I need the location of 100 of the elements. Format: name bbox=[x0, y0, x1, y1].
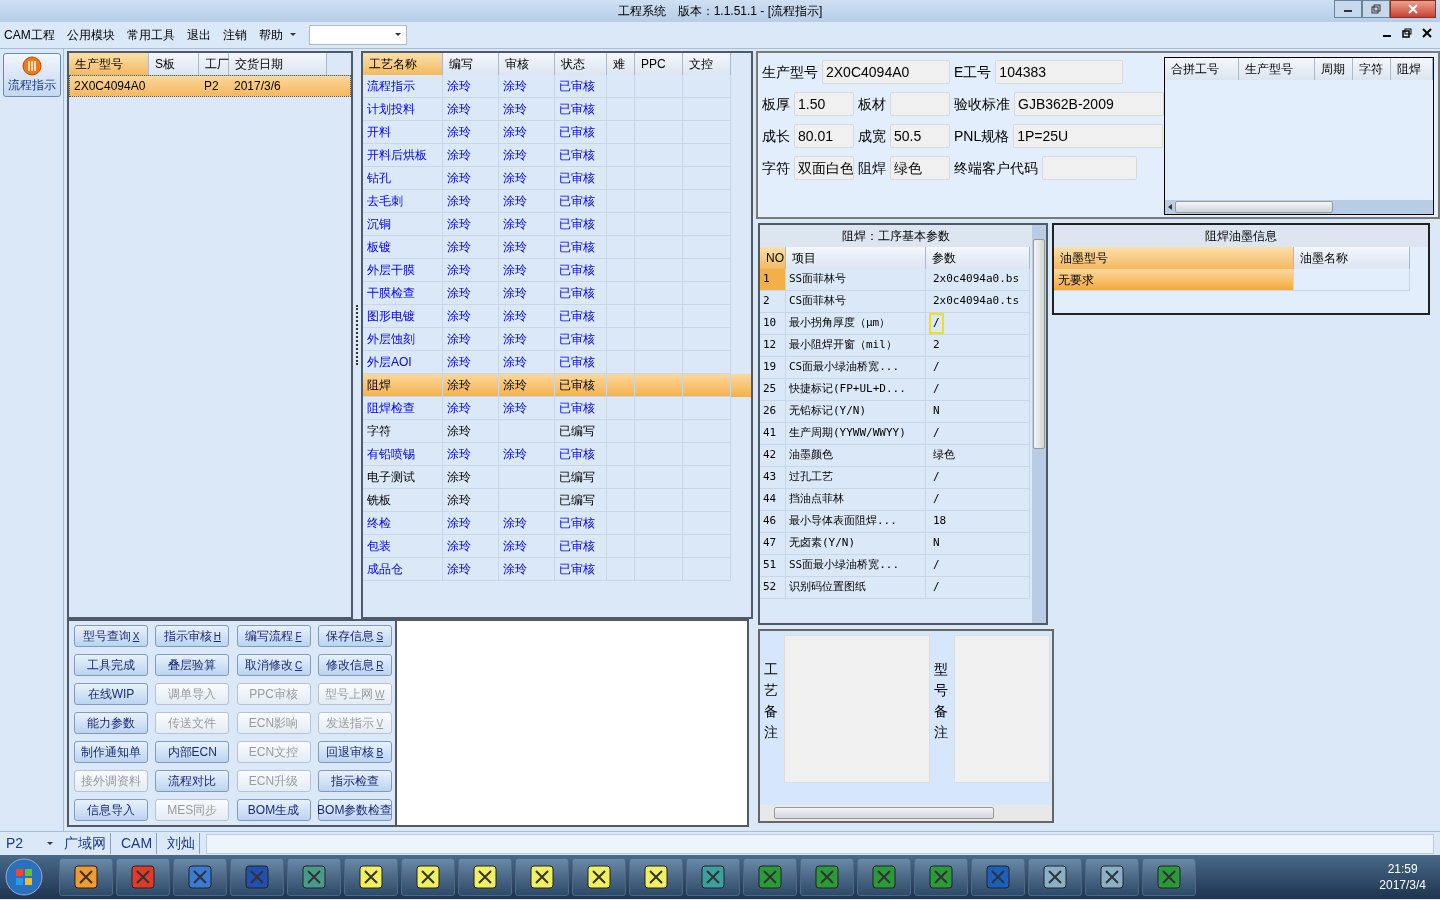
table-row[interactable]: 1 SS面菲林号 2x0c4094a0.bs bbox=[760, 269, 1032, 291]
action-button[interactable]: 保存信息 S bbox=[317, 625, 392, 647]
column-header[interactable]: 合拼工号 bbox=[1165, 58, 1239, 80]
maximize-button[interactable] bbox=[1362, 0, 1390, 18]
action-button[interactable]: 回退审核 B bbox=[317, 741, 392, 763]
column-header[interactable]: 生产型号 bbox=[1239, 58, 1315, 80]
text-field[interactable]: 1.50 bbox=[794, 92, 854, 116]
close-icon[interactable] bbox=[1422, 28, 1432, 38]
table-row[interactable]: 流程指示 涂玲 涂玲 已审核 bbox=[363, 75, 751, 98]
table-row[interactable]: 52 识别码位置图纸 / bbox=[760, 577, 1032, 599]
table-row[interactable]: 46 最小导体表面阻焊... 18 bbox=[760, 511, 1032, 533]
taskbar-button[interactable] bbox=[344, 858, 398, 896]
table-row[interactable]: 计划投料 涂玲 涂玲 已审核 bbox=[363, 98, 751, 121]
factory-selector[interactable]: P2 bbox=[6, 833, 40, 854]
menu-item[interactable]: 公用模块 bbox=[66, 26, 115, 44]
action-button[interactable]: 能力参数 bbox=[74, 712, 148, 734]
text-field[interactable] bbox=[1042, 156, 1137, 180]
action-button[interactable]: 修改信息 R bbox=[317, 654, 392, 676]
table-row[interactable]: 19 CS面最小绿油桥宽... / bbox=[760, 357, 1032, 379]
action-button[interactable]: 编写流程 F bbox=[236, 625, 311, 647]
action-button[interactable]: 取消修改 C bbox=[236, 654, 311, 676]
text-field[interactable]: 104383 bbox=[995, 60, 1124, 84]
table-row[interactable]: 51 SS面最小绿油桥宽... / bbox=[760, 555, 1032, 577]
menu-item[interactable]: 常用工具 bbox=[126, 26, 175, 44]
column-header[interactable]: 项目 bbox=[786, 247, 926, 269]
menu-item[interactable]: 退出 bbox=[186, 26, 211, 44]
action-button[interactable]: BOM参数检查 bbox=[317, 799, 392, 821]
table-row[interactable]: 成品仓 涂玲 涂玲 已审核 bbox=[363, 558, 751, 581]
action-button[interactable]: 制作通知单 bbox=[74, 741, 148, 763]
taskbar-button[interactable] bbox=[572, 858, 626, 896]
column-header[interactable]: S板 bbox=[149, 53, 199, 75]
action-button[interactable]: 流程对比 bbox=[155, 770, 230, 792]
action-button[interactable]: 信息导入 bbox=[74, 799, 148, 821]
text-field[interactable]: 80.01 bbox=[794, 124, 854, 148]
column-header[interactable]: 油墨型号 bbox=[1054, 247, 1294, 269]
column-header[interactable]: 油墨名称 bbox=[1294, 247, 1410, 269]
column-header[interactable]: 阻焊 bbox=[1391, 58, 1433, 80]
action-button[interactable]: 指示检查 bbox=[317, 770, 392, 792]
close-button[interactable] bbox=[1390, 0, 1436, 18]
table-row[interactable]: 板镀 涂玲 涂玲 已审核 bbox=[363, 236, 751, 259]
table-row[interactable]: 阻焊检查 涂玲 涂玲 已审核 bbox=[363, 397, 751, 420]
remark-field[interactable] bbox=[784, 635, 930, 783]
taskbar-button[interactable] bbox=[59, 858, 113, 896]
table-row[interactable]: 包装 涂玲 涂玲 已审核 bbox=[363, 535, 751, 558]
action-button[interactable]: 工具完成 bbox=[74, 654, 148, 676]
table-row[interactable]: 干膜检查 涂玲 涂玲 已审核 bbox=[363, 282, 751, 305]
table-row[interactable]: 44 挡油点菲林 / bbox=[760, 489, 1032, 511]
action-button[interactable]: 叠层验算 bbox=[155, 654, 230, 676]
table-row[interactable]: 沉铜 涂玲 涂玲 已审核 bbox=[363, 213, 751, 236]
table-row[interactable]: 42 油墨颜色 绿色 bbox=[760, 445, 1032, 467]
text-field[interactable]: 1P=25U bbox=[1013, 124, 1164, 148]
column-header[interactable]: 文控 bbox=[683, 53, 731, 75]
table-row[interactable]: 阻焊 涂玲 涂玲 已审核 bbox=[363, 374, 751, 397]
restore-icon[interactable] bbox=[1402, 28, 1412, 38]
action-button[interactable]: 在线WIP bbox=[74, 683, 148, 705]
column-header[interactable]: 工艺名称 bbox=[363, 53, 443, 75]
column-header[interactable]: 工厂 bbox=[199, 53, 229, 75]
text-field[interactable]: 2X0C4094A0 bbox=[822, 60, 950, 84]
taskbar-button[interactable] bbox=[629, 858, 683, 896]
vertical-scrollbar[interactable] bbox=[1032, 225, 1046, 623]
horizontal-scrollbar[interactable] bbox=[760, 805, 1052, 821]
table-row[interactable]: 图形电镀 涂玲 涂玲 已审核 bbox=[363, 305, 751, 328]
table-row[interactable]: 外层蚀刻 涂玲 涂玲 已审核 bbox=[363, 328, 751, 351]
column-header[interactable]: 难 bbox=[607, 53, 635, 75]
table-row[interactable]: 25 快捷标记(FP+UL+D... / bbox=[760, 379, 1032, 401]
table-row[interactable]: 2 CS面菲林号 2x0c4094a0.ts bbox=[760, 291, 1032, 313]
column-header[interactable]: 周期 bbox=[1315, 58, 1353, 80]
column-header[interactable]: 生产型号 bbox=[69, 53, 149, 75]
table-row[interactable]: 铣板 涂玲 已编写 bbox=[363, 489, 751, 512]
minimize-button[interactable] bbox=[1334, 0, 1362, 18]
table-row[interactable]: 43 过孔工艺 / bbox=[760, 467, 1032, 489]
taskbar-button[interactable] bbox=[401, 858, 455, 896]
action-button[interactable]: 指示审核 H bbox=[155, 625, 230, 647]
column-header[interactable]: 编写 bbox=[443, 53, 499, 75]
column-header[interactable]: NO bbox=[760, 247, 786, 269]
table-row[interactable]: 2X0C4094A0 P2 2017/3/6 bbox=[69, 75, 351, 97]
taskbar-button[interactable] bbox=[515, 858, 569, 896]
column-header[interactable]: 状态 bbox=[555, 53, 607, 75]
table-row[interactable]: 开料 涂玲 涂玲 已审核 bbox=[363, 121, 751, 144]
horizontal-scrollbar[interactable] bbox=[1165, 200, 1433, 214]
taskbar-button[interactable] bbox=[1028, 858, 1082, 896]
table-row[interactable]: 12 最小阻焊开窗（mil） 2 bbox=[760, 335, 1032, 357]
action-button[interactable]: BOM生成 bbox=[236, 799, 311, 821]
text-field[interactable] bbox=[890, 92, 950, 116]
column-header[interactable]: 交货日期 bbox=[229, 53, 327, 75]
taskbar-button[interactable] bbox=[458, 858, 512, 896]
start-icon[interactable] bbox=[4, 857, 44, 897]
table-row[interactable]: 终检 涂玲 涂玲 已审核 bbox=[363, 512, 751, 535]
combo-box[interactable] bbox=[308, 25, 407, 45]
table-row[interactable]: 10 最小拐角厚度（μm） / bbox=[760, 313, 1032, 335]
action-button[interactable]: 内部ECN bbox=[155, 741, 230, 763]
table-row[interactable]: 去毛刺 涂玲 涂玲 已审核 bbox=[363, 190, 751, 213]
table-row[interactable]: 41 生产周期(YYWW/WWYY) / bbox=[760, 423, 1032, 445]
nav-button[interactable]: 流程指示 bbox=[3, 53, 61, 97]
column-header[interactable]: 字符 bbox=[1353, 58, 1391, 80]
column-header[interactable]: PPC bbox=[635, 53, 683, 75]
text-field[interactable]: GJB362B-2009 bbox=[1014, 92, 1164, 116]
table-row[interactable]: 47 无卤素(Y/N) N bbox=[760, 533, 1032, 555]
taskbar-button[interactable] bbox=[1085, 858, 1139, 896]
text-field[interactable]: 绿色 bbox=[890, 156, 950, 180]
